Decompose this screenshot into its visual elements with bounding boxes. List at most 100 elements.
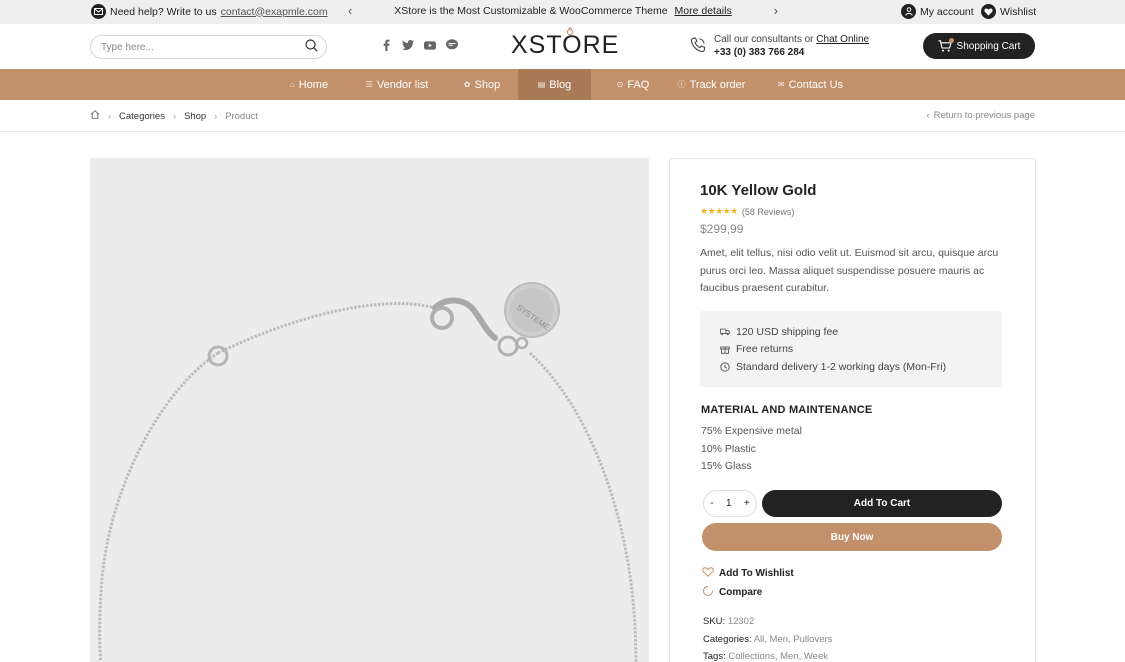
home-icon[interactable] [90,110,100,122]
product-description: Amet, elit tellus, nisi odio velit ut. E… [700,247,999,294]
product-meta: SKU: 12302 Categories: All, Men, Pullove… [703,613,832,662]
wishlist-label: Wishlist [1000,5,1037,18]
heart-outline-icon [702,567,714,580]
truck-icon [720,327,730,337]
nav-item-label: Contact Us [788,78,844,91]
reviews-link[interactable]: (58 Reviews) [742,207,795,217]
add-to-wishlist-link[interactable]: Add To Wishlist [702,567,794,580]
header-divider [0,131,1125,132]
line-icon[interactable] [446,39,458,51]
free-returns-row: Free returns [720,341,1002,359]
search-icon[interactable] [305,39,318,55]
nav-item-icon: ✿ [463,80,471,89]
delivery-text: Standard delivery 1-2 working days (Mon-… [736,360,947,373]
nav-item-label: Shop [474,78,501,91]
promo-prev-arrow[interactable]: ‹ [348,4,352,18]
categories-row: Categories: All, Men, Pullovers [703,631,832,649]
nav-item-home[interactable]: ⌂ Home [276,69,342,100]
facebook-icon[interactable] [380,39,392,51]
clock-icon [720,362,730,372]
compare-link[interactable]: Compare [702,585,762,600]
search-input[interactable] [101,41,305,53]
material-item: 15% Glass [701,460,752,472]
tags-label: Tags: [703,651,726,662]
sku-label: SKU: [703,616,726,627]
shipping-fee-row: 120 USD shipping fee [720,323,1002,341]
logo-ring-icon [566,27,574,35]
phone-number: +33 (0) 383 766 284 [714,47,805,58]
cart-icon [938,38,954,52]
categories-label: Categories: [703,633,752,645]
nav-item-blog[interactable]: ▤ Blog [518,69,591,100]
buy-now-button[interactable]: Buy Now [702,523,1002,551]
product-price: $299,99 [700,222,744,236]
shipping-fee-text: 120 USD shipping fee [736,325,839,338]
search-box [90,35,327,59]
nav-item-icon: ⊙ [616,80,624,89]
help-email-link[interactable]: contact@exapmle.com [221,6,328,18]
consultants-contact: Call our consultants or Chat Online +33 … [690,33,869,59]
nav-item-icon: ⌂ [289,80,295,89]
main-navigation: ⌂ Home ☰ Vendor list ✿ Shop ▤ Blog ⊙ FAQ ⓘ Track or… [0,69,1125,100]
breadcrumb-separator: › [108,111,111,121]
nav-item-contact-us[interactable]: ✉ Contact Us [767,69,854,100]
chevron-left-icon: ‹ [926,110,930,121]
nav-item-label: Vendor list [376,78,429,91]
twitter-icon[interactable] [402,39,414,51]
return-label: Return to previous page [933,110,1035,121]
promo-more-details-link[interactable]: More details [675,5,732,17]
heart-icon [981,4,996,19]
nav-item-faq[interactable]: ⊙ FAQ [610,69,656,100]
breadcrumb: › Categories › Shop › Product [90,110,258,122]
my-account-link[interactable]: My account [901,4,974,19]
nav-item-icon: ☰ [365,80,373,89]
compare-label: Compare [719,587,763,598]
add-to-cart-button[interactable]: Add To Cart [762,490,1002,517]
chat-online-link[interactable]: Chat Online [816,34,869,45]
nav-item-label: Blog [549,78,572,91]
material-list: 75% Expensive metal 10% Plastic 15% Glas… [701,423,802,476]
shipping-info-box: 120 USD shipping fee Free returns Standa… [700,311,1002,387]
promo-text: XStore is the Most Customizable & WooCom… [394,5,668,17]
sku-value: 12302 [727,616,755,627]
nav-item-icon: ✉ [777,80,785,89]
breadcrumb-current: Product [225,110,258,122]
compare-icon [702,585,714,600]
shopping-cart-label: Shopping Cart [956,40,1021,52]
user-icon [901,4,916,19]
free-returns-text: Free returns [736,343,794,356]
breadcrumb-shop[interactable]: Shop [184,111,206,122]
help-text: Need help? Write to us [110,5,217,18]
promo-next-arrow[interactable]: › [774,4,778,18]
breadcrumb-categories[interactable]: Categories [119,111,165,122]
logo-text: XSTORE [511,31,620,59]
mail-icon [91,4,106,19]
categories-links[interactable]: All, Men, Pullovers [754,634,833,645]
product-title: 10K Yellow Gold [700,182,817,199]
return-previous-page-link[interactable]: ‹ Return to previous page [926,110,1035,121]
nav-item-shop[interactable]: ✿ Shop [452,69,512,100]
nav-item-vendor-list[interactable]: ☰ Vendor list [353,69,441,100]
quantity-stepper: - 1 + [703,490,757,517]
material-item: 75% Expensive metal [701,425,802,437]
site-logo[interactable]: XSTORE [511,27,620,60]
help-contact: Need help? Write to us contact@exapmle.c… [91,4,328,19]
nav-item-track-order[interactable]: ⓘ Track order [667,69,756,100]
breadcrumb-separator: › [214,111,218,121]
gift-icon [720,344,730,355]
delivery-row: Standard delivery 1-2 working days (Mon-… [720,358,1002,376]
nav-item-icon: ⓘ [677,80,686,89]
qty-value[interactable]: 1 [726,498,732,509]
star-rating-icon: ★★★★★ [700,206,738,216]
phone-icon [690,37,706,56]
qty-decrease-button[interactable]: - [710,498,713,509]
material-item: 10% Plastic [701,442,756,455]
product-info-panel: 10K Yellow Gold ★★★★★ (58 Reviews) $299,… [669,158,1036,662]
wishlist-link[interactable]: Wishlist [981,4,1036,19]
shopping-cart-button[interactable]: Shopping Cart [923,33,1035,59]
product-image[interactable]: SYSTEME [90,158,649,662]
qty-increase-button[interactable]: + [744,498,750,509]
bracelet-illustration: SYSTEME [98,282,638,662]
tags-links[interactable]: Collections, Men, Week [728,651,828,662]
youtube-icon[interactable] [424,39,436,51]
